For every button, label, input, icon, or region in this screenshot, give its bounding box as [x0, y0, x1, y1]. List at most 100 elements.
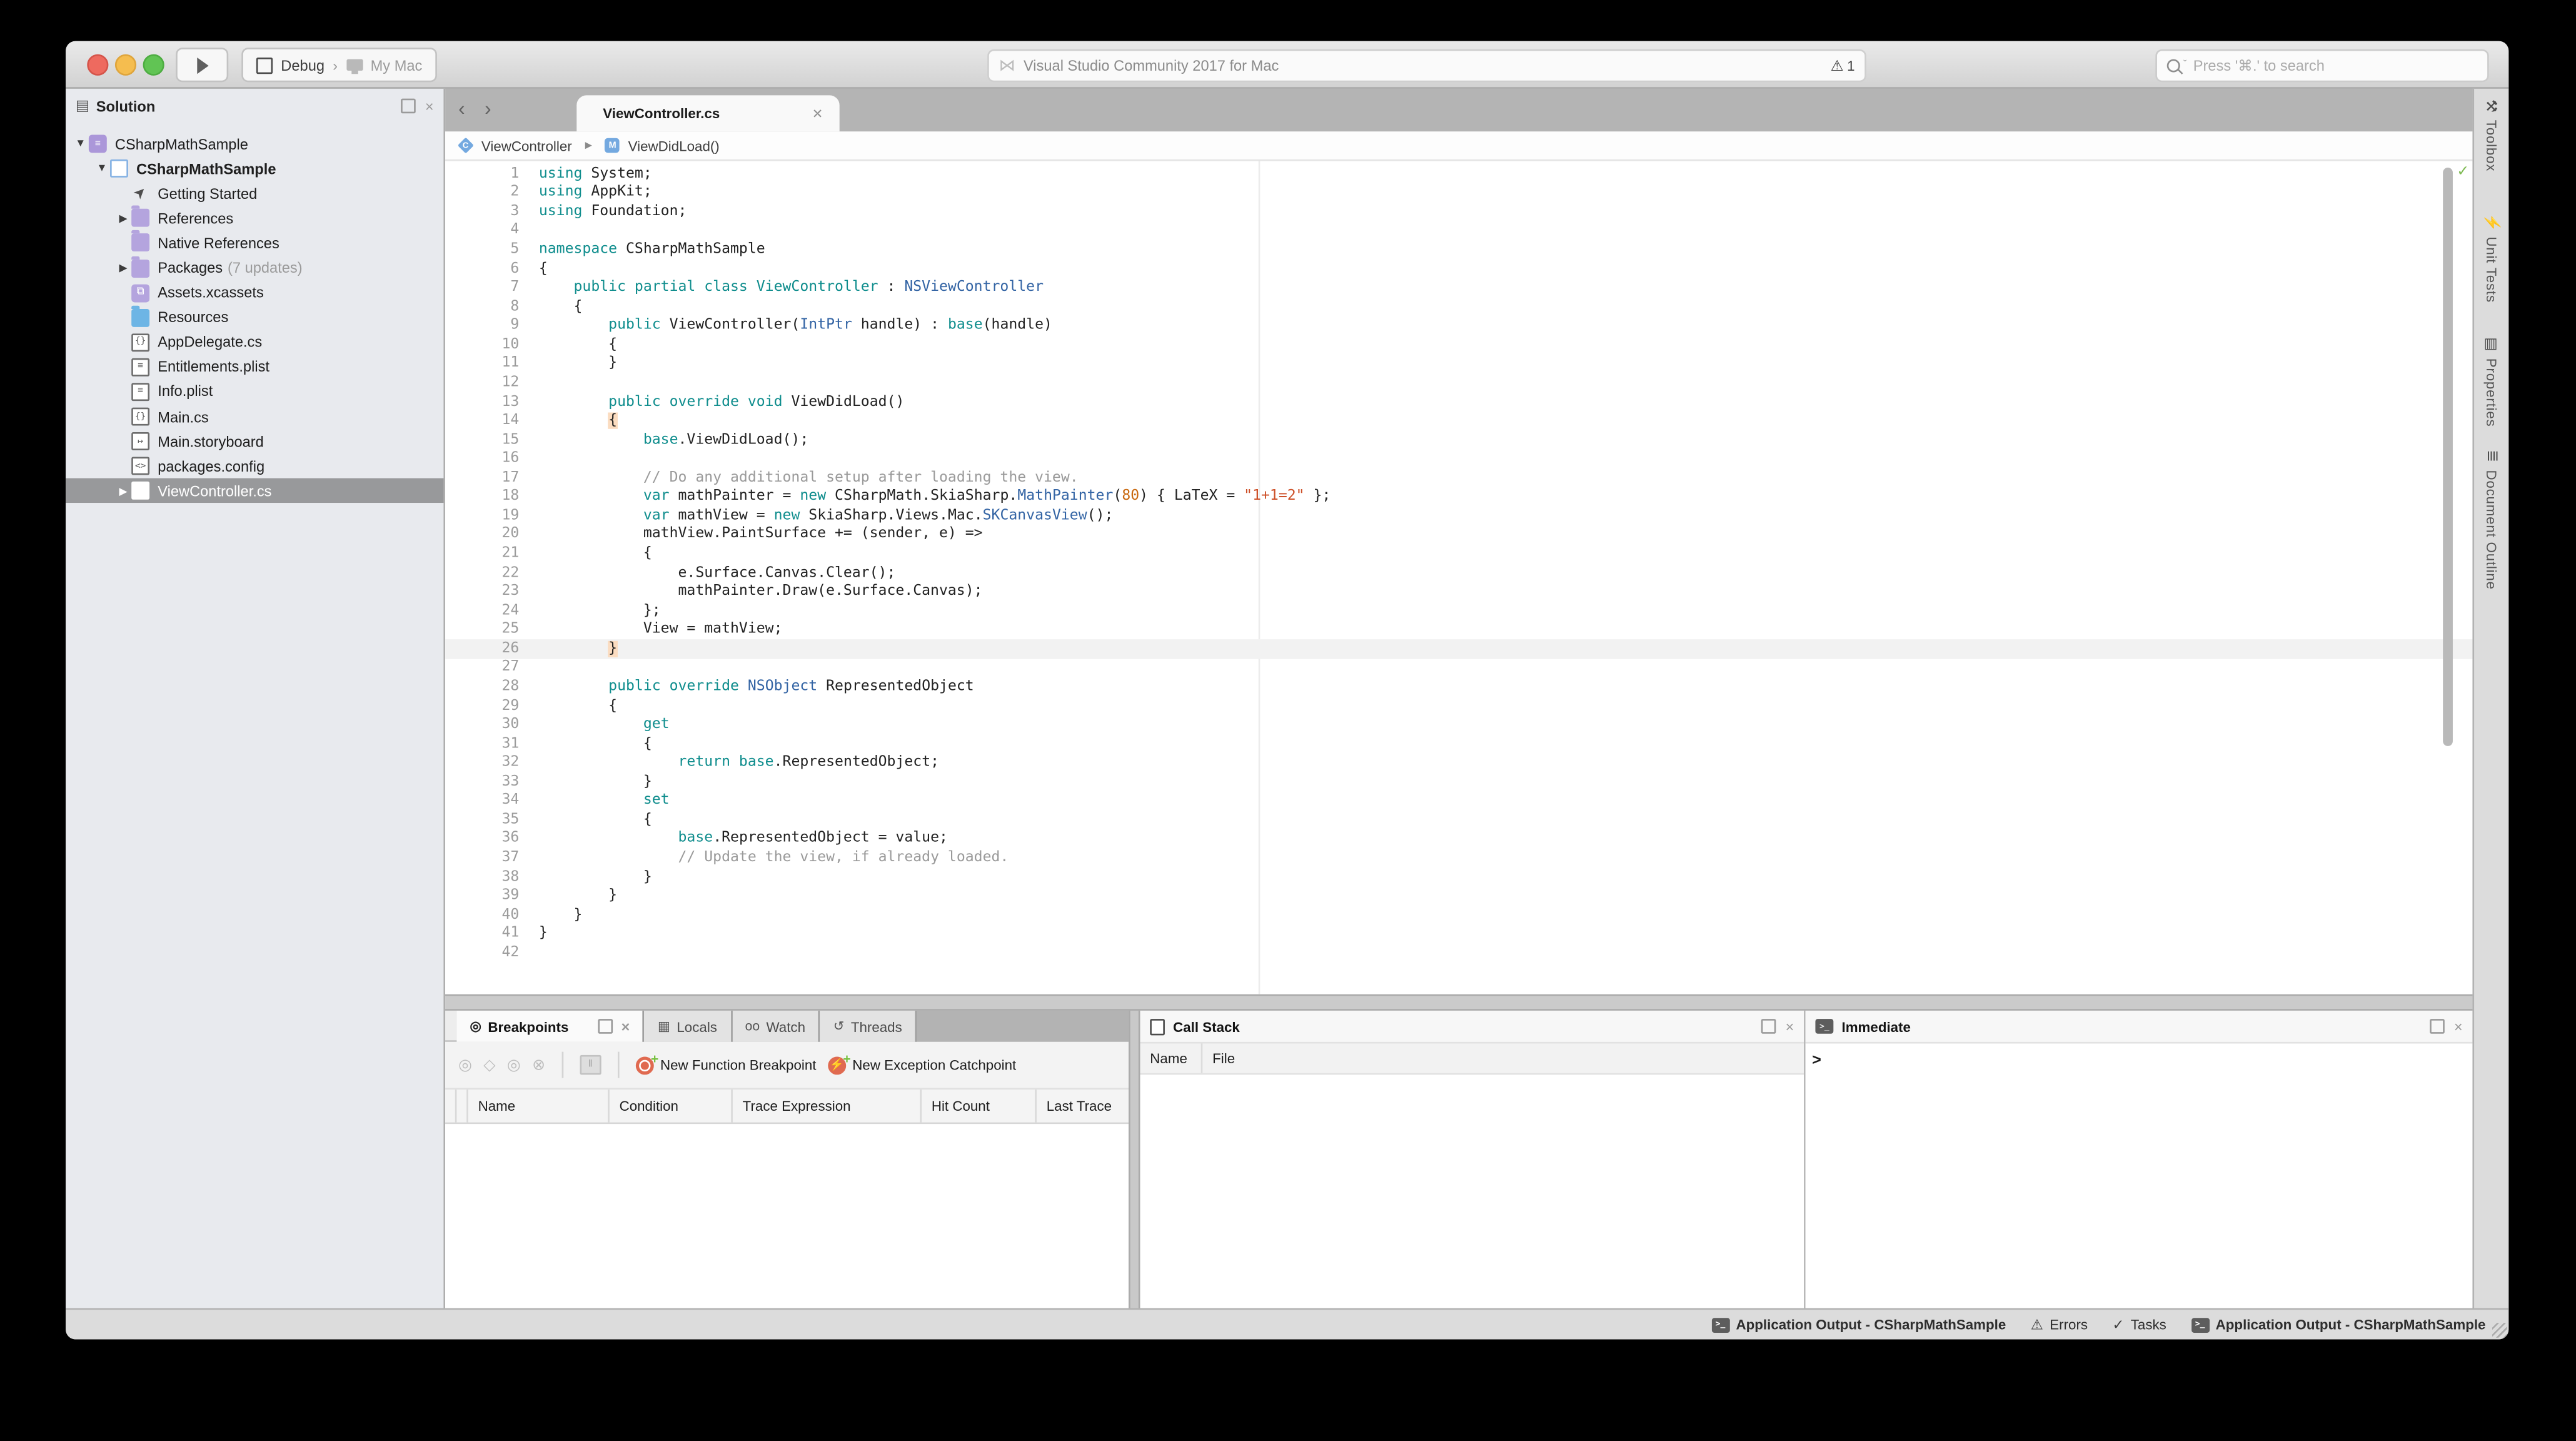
close-icon[interactable]: × [425, 98, 434, 114]
tree-item[interactable]: Resources [66, 305, 443, 330]
zoom-window-button[interactable] [143, 54, 164, 76]
run-button[interactable] [176, 48, 228, 82]
warning-counter[interactable]: ⚠ 1 [1831, 57, 1855, 75]
dock-icon[interactable] [400, 99, 415, 114]
code-text: } [519, 869, 652, 885]
expander-open-icon[interactable]: ▼ [94, 163, 110, 174]
solution-icon: ≡ [89, 135, 107, 153]
column-header[interactable]: Name [468, 1090, 610, 1123]
column-header[interactable]: Condition [610, 1090, 733, 1123]
minimize-window-button[interactable] [115, 54, 136, 76]
tree-item[interactable]: ⧉Assets.xcassets [66, 280, 443, 305]
tree-item[interactable]: ➤Getting Started [66, 181, 443, 206]
statusbar-item-application-output-csharpmathsample[interactable]: >_Application Output - CSharpMathSample [2191, 1317, 2485, 1333]
code-text: public override NSObject RepresentedObje… [519, 679, 974, 695]
run-configuration-selector[interactable]: Debug › My Mac [241, 48, 437, 82]
terminal-icon: >_ [1815, 1019, 1833, 1034]
dock-icon[interactable] [1761, 1019, 1776, 1034]
code-line: 1using System; [445, 164, 2472, 183]
line-number: 25 [445, 622, 519, 638]
column-header[interactable]: Name [1140, 1043, 1203, 1073]
close-window-button[interactable] [87, 54, 108, 76]
tree-item[interactable]: ▶Packages(7 updates) [66, 256, 443, 281]
new-exception-catchpoint-button[interactable]: ⚡+New Exception Catchpoint [828, 1056, 1016, 1074]
side-tab-toolbox[interactable]: ⚒Toolbox [2474, 97, 2508, 171]
tree-item[interactable]: <>packages.config [66, 454, 443, 479]
code-line: 19 var mathView = new SkiaSharp.Views.Ma… [445, 507, 2472, 525]
side-tab-document-outline[interactable]: ≣Document Outline [2474, 447, 2508, 590]
immediate-console[interactable]: > [1806, 1043, 2473, 1310]
folder-icon [131, 234, 149, 252]
expander-open-icon[interactable]: ▼ [73, 138, 89, 149]
column-enabled [445, 1090, 456, 1123]
resize-grip[interactable] [2492, 1323, 2507, 1338]
column-header[interactable]: Hit Count [922, 1090, 1037, 1123]
line-number: 41 [445, 926, 519, 942]
line-number: 12 [445, 375, 519, 391]
code-text: using System; [519, 166, 652, 182]
pad-tab-locals[interactable]: ▦Locals [645, 1011, 732, 1042]
tree-item[interactable]: Native References [66, 231, 443, 256]
tree-item-label: AppDelegate.cs [158, 334, 262, 350]
vertical-splitter[interactable] [1129, 1011, 1140, 1310]
statusbar-item-errors[interactable]: ⚠Errors [2031, 1315, 2088, 1333]
code-line: 37 // Update the view, if already loaded… [445, 848, 2472, 867]
line-number: 24 [445, 603, 519, 619]
close-icon[interactable]: × [1785, 1018, 1794, 1034]
statusbar-item-tasks[interactable]: ✓Tasks [2112, 1315, 2166, 1333]
statusbar-item-application-output-csharpmathsample[interactable]: >_Application Output - CSharpMathSample [1711, 1317, 2006, 1333]
side-tab-properties[interactable]: ▤Properties [2474, 335, 2508, 427]
pad-tab-threads[interactable]: ↺Threads [820, 1011, 917, 1042]
code-text: } [519, 926, 547, 942]
code-editor[interactable]: 1using System;2using AppKit;3using Found… [445, 161, 2472, 994]
code-line: 20 mathView.PaintSurface += (sender, e) … [445, 525, 2472, 544]
column-header[interactable]: File [1202, 1043, 1235, 1073]
new-function-breakpoint-button[interactable]: +New Function Breakpoint [636, 1056, 817, 1074]
line-number: 13 [445, 393, 519, 410]
breakpoints-list[interactable] [445, 1124, 1129, 1310]
close-icon[interactable]: × [2454, 1018, 2463, 1034]
horizontal-splitter[interactable] [445, 994, 2472, 1011]
column-header[interactable]: Trace Expression [733, 1090, 922, 1123]
line-number: 18 [445, 488, 519, 505]
tree-item[interactable]: ≡Entitlements.plist [66, 355, 443, 380]
code-text: base.RepresentedObject = value; [519, 831, 948, 847]
tree-item[interactable]: ▼CSharpMathSample [66, 156, 443, 181]
document-tab[interactable]: ViewController.cs ✕ [576, 95, 839, 131]
breakpoints-columns: NameConditionTrace ExpressionHit CountLa… [445, 1088, 1129, 1124]
line-number: 23 [445, 584, 519, 600]
pad-tab-breakpoints[interactable]: ◎Breakpoints× [456, 1011, 645, 1042]
code-line: 30 get [445, 715, 2472, 734]
code-text: using AppKit; [519, 185, 652, 201]
breakpoints-icon: ◎ [470, 1019, 481, 1034]
code-line: 18 var mathPainter = new CSharpMath.Skia… [445, 487, 2472, 506]
close-tab-icon[interactable]: ✕ [812, 106, 823, 121]
dock-icon[interactable] [2429, 1019, 2444, 1034]
tree-item[interactable]: ↦Main.storyboard [66, 429, 443, 454]
tree-item-label: Resources [158, 310, 228, 326]
expander-closed-icon[interactable]: ▶ [115, 212, 131, 225]
breadcrumb-class[interactable]: ViewController [481, 137, 572, 153]
code-line: 23 mathPainter.Draw(e.Surface.Canvas); [445, 582, 2472, 601]
solution-pad: ▤ Solution × ▼≡CSharpMathSample▼CSharpMa… [66, 89, 445, 1310]
column-header[interactable]: Last Trace [1037, 1090, 1129, 1123]
call-stack-list[interactable] [1140, 1074, 1804, 1310]
tree-item[interactable]: ▶{}ViewController.cs [66, 478, 443, 503]
assets-icon: ⧉ [131, 284, 149, 302]
expander-closed-icon[interactable]: ▶ [115, 261, 131, 275]
expander-closed-icon[interactable]: ▶ [115, 485, 131, 498]
navigate-back-forward-icons[interactable]: ‹› [458, 97, 511, 120]
dock-icon[interactable] [598, 1019, 613, 1034]
side-tab-unit-tests[interactable]: ⚡Unit Tests [2474, 214, 2508, 303]
editor-scrollbar[interactable] [2443, 168, 2453, 746]
global-search-field[interactable]: ˇ Press '⌘.' to search [2155, 49, 2488, 83]
pad-tab-watch[interactable]: ooWatch [732, 1011, 820, 1042]
tree-item[interactable]: ≡Info.plist [66, 380, 443, 405]
tree-item[interactable]: ▶References [66, 206, 443, 231]
tree-item[interactable]: {}AppDelegate.cs [66, 330, 443, 355]
code-line: 15 base.ViewDidLoad(); [445, 430, 2472, 449]
close-icon[interactable]: × [621, 1018, 630, 1034]
tree-item[interactable]: {}Main.cs [66, 404, 443, 429]
breadcrumb-method[interactable]: ViewDidLoad() [628, 137, 720, 153]
tree-item[interactable]: ▼≡CSharpMathSample [66, 131, 443, 156]
